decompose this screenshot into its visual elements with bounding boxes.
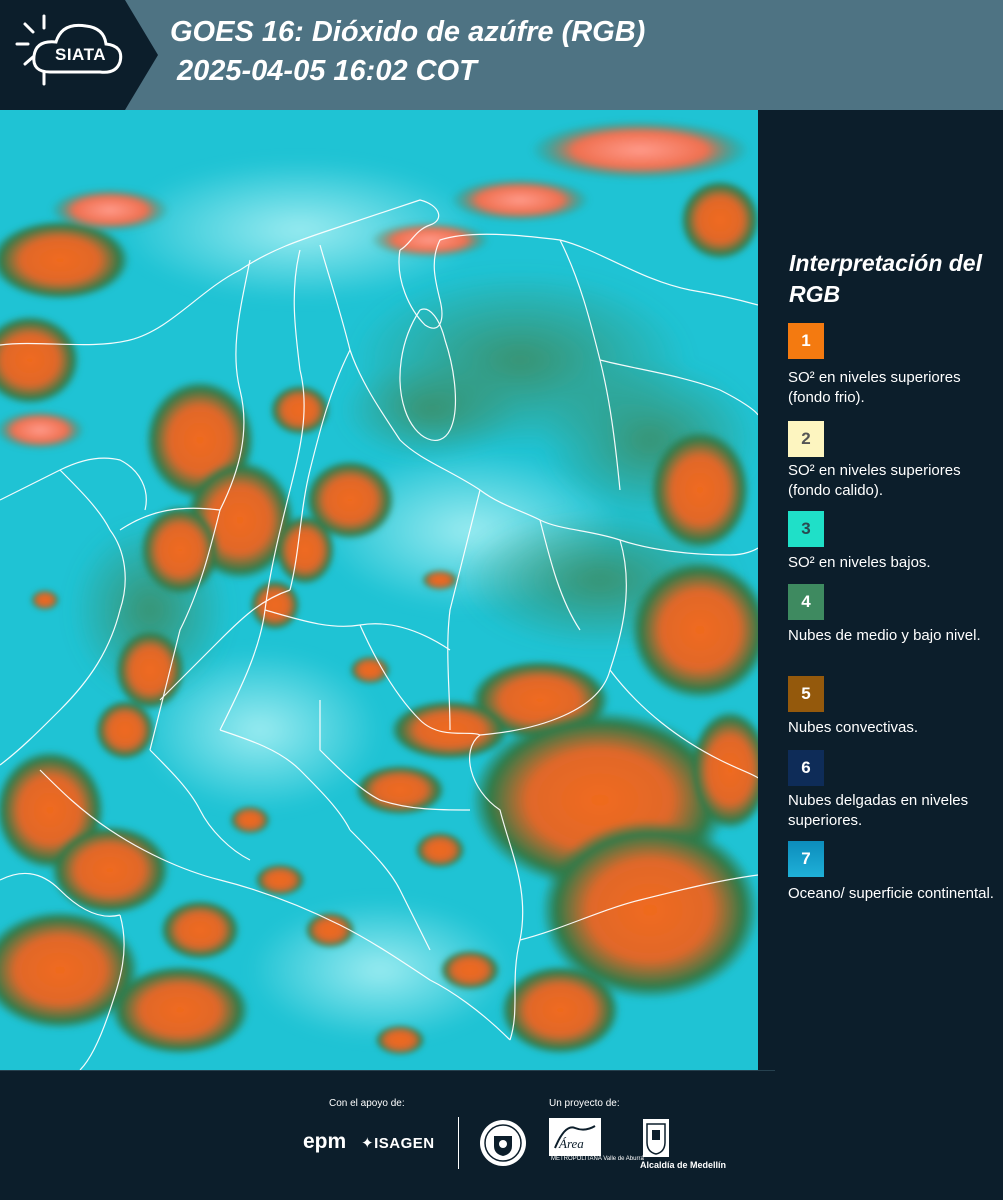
legend-panel: Interpretación del RGB 1 SO² en niveles … [760,110,1003,1070]
header-bar: SIATA GOES 16: Dióxido de azúfre (RGB) 2… [0,0,1003,110]
legend-title: Interpretación del RGB [789,250,982,307]
legend-number-6: 6 [801,758,811,777]
isagen-logo-text: ISAGEN [374,1135,435,1152]
legend-swatch-4: 4 [788,584,824,620]
legend-number-4: 4 [801,592,811,611]
legend-number-3: 3 [801,519,811,538]
siata-logo-text: SIATA [55,45,106,64]
alcaldia-caption: Alcaldía de Medellín [640,1160,727,1170]
legend-text-4: Nubes de medio y bajo nivel. [788,627,981,644]
page-timestamp: 2025-04-05 16:02 COT [177,55,477,87]
area-logo-text: Área [558,1136,584,1151]
isagen-logo: ✦ISAGEN [361,1135,435,1152]
legend-text-7: Oceano/ superficie continental. [788,885,994,902]
satellite-image [0,110,758,1070]
siata-logo: SIATA [0,0,160,110]
legend-text-6: Nubes delgadas en niveles superiores. [788,792,969,829]
legend-swatch-6: 6 [788,750,824,786]
project-caption: Un proyecto de: [549,1098,620,1109]
legend-text-2: SO² en niveles superiores (fondo calido)… [788,462,961,499]
legend-swatch-1: 1 [788,323,824,359]
footer-bar: Con el apoyo de: Un proyecto de: epm ✦IS… [0,1070,1003,1200]
legend-number-1: 1 [801,331,811,350]
legend-number-7: 7 [801,849,811,868]
legend-text-5: Nubes convectivas. [788,719,919,736]
area-caption: METROPOLITANA Valle de Aburrá [551,1156,644,1162]
legend-swatch-2: 2 [788,421,824,457]
support-caption: Con el apoyo de: [329,1098,405,1109]
footer-separator [458,1117,459,1169]
alcaldia-shield-icon [643,1119,669,1157]
satellite-map [0,110,758,1070]
legend-number-5: 5 [801,684,811,703]
legend-swatch-3: 3 [788,511,824,547]
legend-number-2: 2 [801,429,811,448]
legend-text-3: SO² en niveles bajos. [788,554,931,571]
area-metropolitana-logo: Área [549,1118,601,1156]
legend-swatch-7: 7 [788,841,824,877]
footer-divider [0,1070,775,1071]
legend-text-1: SO² en niveles superiores (fondo frio). [788,369,961,406]
legend-swatch-5: 5 [788,676,824,712]
medellin-seal-icon [480,1120,526,1166]
page-title: GOES 16: Dióxido de azúfre (RGB) [170,16,646,48]
epm-logo: epm [303,1130,347,1153]
